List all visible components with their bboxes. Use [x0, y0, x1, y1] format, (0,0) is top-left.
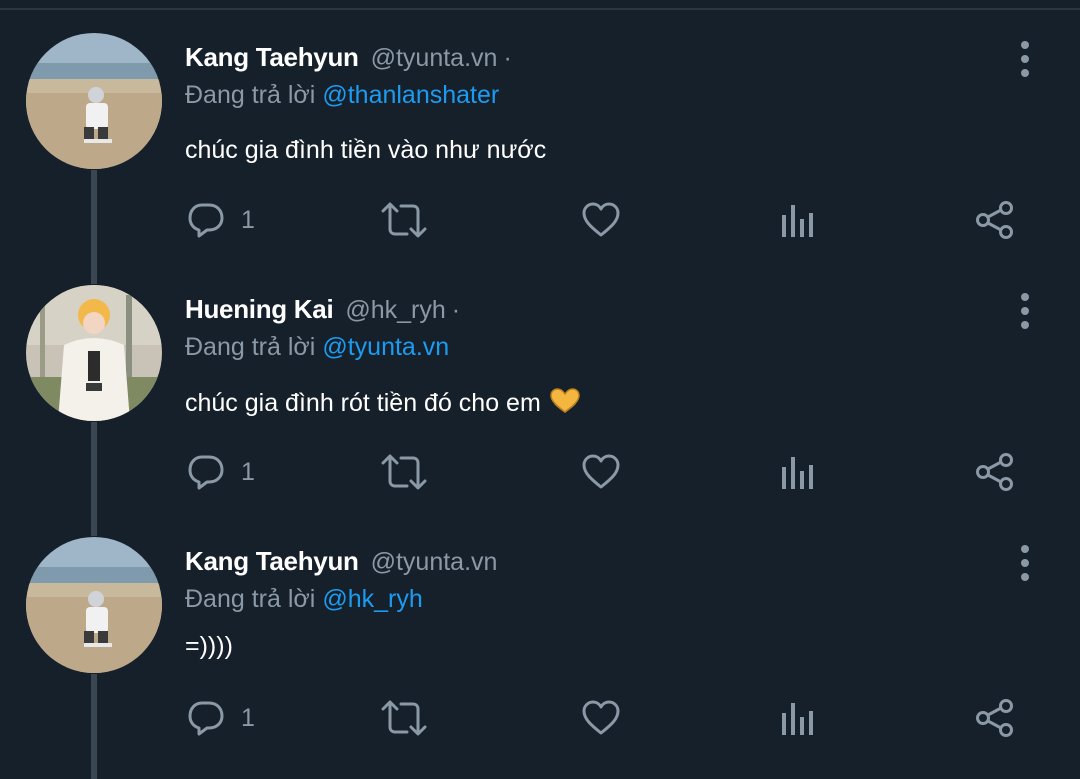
heart-icon — [582, 700, 620, 735]
like-button[interactable] — [581, 198, 621, 242]
reply-button[interactable]: 1 — [187, 696, 255, 740]
share-icon — [976, 201, 1013, 239]
share-icon — [976, 699, 1013, 737]
tweet[interactable]: Kang Taehyun @tyunta.vn Đang trả lời @hk_… — [0, 504, 1080, 779]
replying-to: Đang trả lời @thanlanshater — [185, 81, 499, 110]
replying-to-label: Đang trả lời — [185, 333, 316, 361]
tweet[interactable]: Huening Kai @hk_ryh · Đang trả lời @tyunt… — [0, 252, 1080, 504]
mention-link[interactable]: @tyunta.vn — [322, 333, 449, 361]
retweet-icon — [381, 454, 427, 490]
avatar-photo — [26, 33, 162, 169]
views-button[interactable] — [780, 198, 816, 242]
user-handle[interactable]: @tyunta.vn — [371, 44, 498, 73]
avatar[interactable] — [26, 537, 162, 673]
display-name[interactable]: Kang Taehyun — [185, 42, 359, 73]
avatar[interactable] — [26, 33, 162, 169]
bar-chart-icon — [782, 457, 813, 489]
retweet-button[interactable] — [381, 198, 427, 242]
reply-count: 1 — [241, 457, 255, 486]
like-button[interactable] — [581, 450, 621, 494]
heart-hands-emoji — [549, 388, 581, 421]
reply-icon — [188, 455, 224, 490]
avatar-photo — [26, 537, 162, 673]
replying-to-label: Đang trả lời — [185, 585, 316, 613]
bar-chart-icon — [782, 205, 813, 237]
tweet-actions: 1 — [0, 696, 1080, 740]
share-button[interactable] — [975, 696, 1015, 740]
retweet-icon — [381, 700, 427, 736]
retweet-button[interactable] — [381, 696, 427, 740]
mention-link[interactable]: @thanlanshater — [322, 81, 499, 109]
heart-icon — [582, 454, 620, 489]
reply-icon — [188, 701, 224, 736]
user-handle[interactable]: @tyunta.vn — [371, 548, 498, 577]
tweet-text: chúc gia đình tiền vào như nước — [185, 136, 547, 164]
share-button[interactable] — [975, 198, 1015, 242]
heart-icon — [582, 202, 620, 237]
like-button[interactable] — [581, 696, 621, 740]
reply-count: 1 — [241, 703, 255, 732]
reply-button[interactable]: 1 — [187, 198, 255, 242]
tweet-actions: 1 — [0, 198, 1080, 242]
separator-dot: · — [503, 44, 512, 72]
tweet[interactable]: Kang Taehyun @tyunta.vn · Đang trả lời @t… — [0, 0, 1080, 280]
replying-to: Đang trả lời @hk_ryh — [185, 585, 423, 614]
retweet-icon — [381, 202, 427, 238]
reply-button[interactable]: 1 — [187, 450, 255, 494]
share-icon — [976, 453, 1013, 491]
tweet-text: chúc gia đình rót tiền đó cho em — [185, 388, 581, 421]
retweet-button[interactable] — [381, 450, 427, 494]
tweet-text-content: chúc gia đình rót tiền đó cho em — [185, 389, 541, 417]
reply-count: 1 — [241, 205, 255, 234]
avatar-photo — [26, 285, 162, 421]
avatar[interactable] — [26, 285, 162, 421]
more-vertical-icon[interactable] — [1012, 293, 1038, 329]
views-button[interactable] — [780, 450, 816, 494]
display-name[interactable]: Kang Taehyun — [185, 546, 359, 577]
more-vertical-icon[interactable] — [1012, 545, 1038, 581]
user-handle[interactable]: @hk_ryh — [345, 296, 445, 325]
replying-to: Đang trả lời @tyunta.vn — [185, 333, 449, 362]
replying-to-label: Đang trả lời — [185, 81, 316, 109]
tweet-actions: 1 — [0, 450, 1080, 494]
share-button[interactable] — [975, 450, 1015, 494]
tweet-text: =)))) — [185, 632, 233, 660]
separator-dot: · — [451, 296, 461, 324]
bar-chart-icon — [782, 703, 813, 735]
display-name[interactable]: Huening Kai — [185, 294, 334, 325]
reply-icon — [188, 203, 224, 238]
mention-link[interactable]: @hk_ryh — [322, 585, 422, 613]
more-vertical-icon[interactable] — [1012, 41, 1038, 77]
views-button[interactable] — [780, 696, 816, 740]
